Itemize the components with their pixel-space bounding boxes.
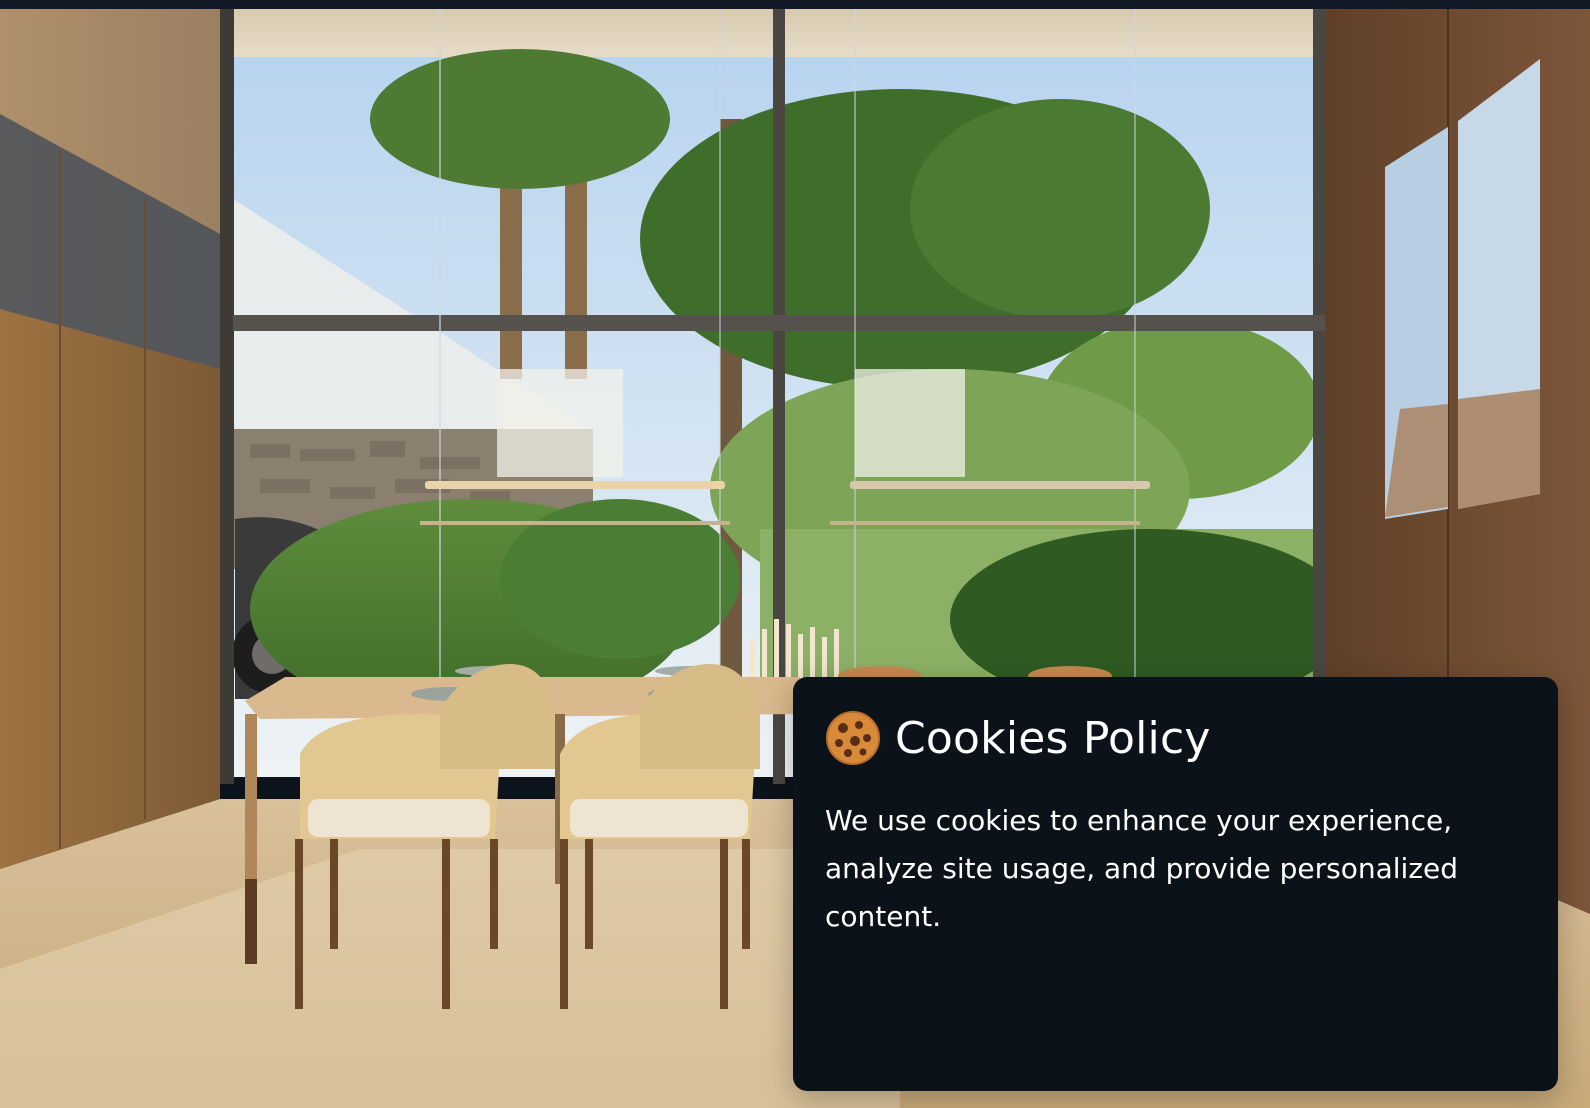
top-bar [0,0,1590,9]
cookie-banner-message: We use cookies to enhance your experienc… [825,804,1459,933]
cookie-banner: Cookies Policy We use cookies to enhance… [793,677,1558,1091]
cookie-banner-header: Cookies Policy [825,707,1526,769]
page: Cookies Policy We use cookies to enhance… [0,0,1590,1108]
cookie-banner-title: Cookies Policy [895,712,1211,764]
cookie-icon [825,710,881,766]
